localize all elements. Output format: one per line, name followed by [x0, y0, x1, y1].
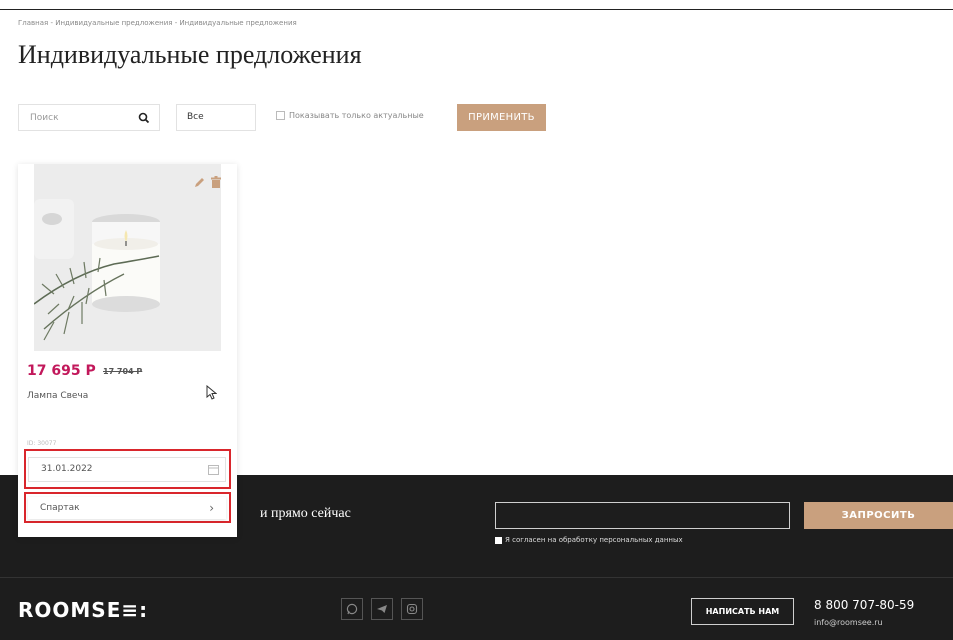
product-card[interactable]: 17 695 Р 17 704 Р Лампа Свеча ID: 30077 … — [18, 164, 237, 537]
email-link[interactable]: info@roomsee.ru — [814, 618, 883, 627]
current-price: 17 695 Р — [27, 363, 96, 379]
write-us-button[interactable]: НАПИСАТЬ НАМ — [691, 598, 794, 625]
page-title: Индивидуальные предложения — [18, 40, 362, 69]
search-icon[interactable] — [138, 112, 150, 124]
mouse-cursor-icon — [206, 385, 217, 400]
top-divider — [0, 9, 953, 10]
store-select[interactable]: Спартак › — [28, 497, 226, 519]
phone-number[interactable]: 8 800 707-80-59 — [814, 598, 914, 612]
delete-icon[interactable] — [211, 176, 221, 188]
product-id: ID: 30077 — [27, 440, 57, 447]
calendar-icon[interactable] — [208, 464, 219, 475]
consent-checkbox-row[interactable]: Я согласен на обработку персональных дан… — [495, 536, 683, 544]
chevron-right-icon: › — [209, 501, 214, 515]
whatsapp-icon[interactable] — [341, 598, 363, 620]
consent-checkbox[interactable] — [495, 536, 502, 544]
old-price: 17 704 Р — [103, 367, 143, 376]
footer-heading: и прямо сейчас — [260, 506, 351, 521]
search-box[interactable] — [18, 104, 160, 131]
product-name[interactable]: Лампа Свеча — [27, 391, 88, 401]
telegram-icon[interactable] — [371, 598, 393, 620]
request-button[interactable]: ЗАПРОСИТЬ — [804, 502, 953, 529]
request-input[interactable] — [495, 502, 790, 529]
date-field[interactable]: 31.01.2022 — [28, 457, 226, 482]
page: Главная - Индивидуальные предложения - И… — [0, 0, 953, 640]
category-select[interactable]: Все — [176, 104, 256, 131]
search-input[interactable] — [19, 105, 129, 130]
candle-photo — [34, 164, 221, 351]
social-links — [341, 598, 423, 620]
date-value: 31.01.2022 — [41, 464, 93, 474]
edit-icon[interactable] — [194, 177, 205, 188]
apply-button[interactable]: ПРИМЕНИТЬ — [457, 104, 546, 131]
footer-divider — [0, 577, 953, 578]
breadcrumb[interactable]: Главная - Индивидуальные предложения - И… — [18, 19, 297, 27]
actual-only-label: Показывать только актуальные — [289, 111, 424, 120]
store-value: Спартак — [40, 503, 80, 513]
consent-label: Я согласен на обработку персональных дан… — [505, 536, 683, 544]
roomsee-logo[interactable]: ROOMSE≡: — [18, 598, 148, 622]
product-image[interactable] — [34, 164, 221, 351]
instagram-icon[interactable] — [401, 598, 423, 620]
actual-only-toggle[interactable]: Показывать только актуальные — [276, 111, 424, 120]
actual-only-checkbox[interactable] — [276, 111, 285, 120]
